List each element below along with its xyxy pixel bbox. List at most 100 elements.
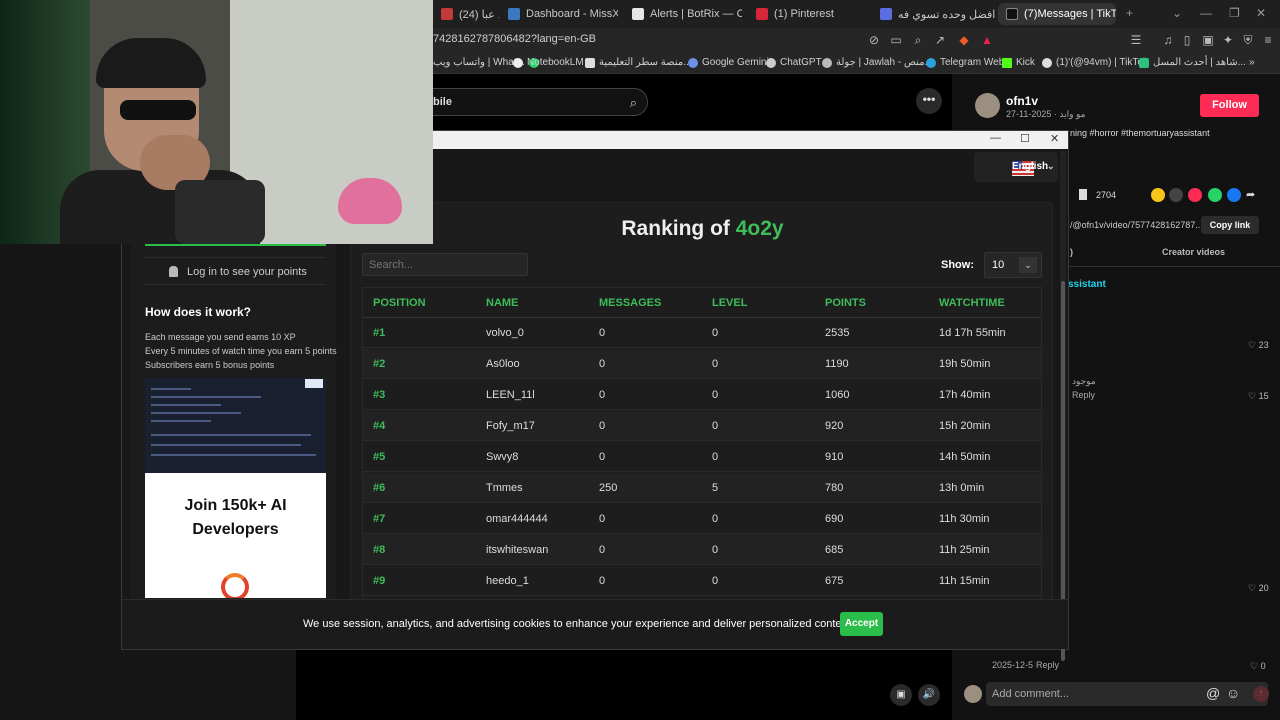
messages-cell: 0 (599, 544, 606, 556)
music-icon[interactable]: ♫ (1160, 32, 1176, 48)
reply-link[interactable]: Reply (1072, 390, 1095, 400)
reading-list-icon[interactable]: ☰ (1128, 32, 1144, 48)
minimize-icon[interactable]: — (990, 132, 1001, 144)
send-icon[interactable] (1188, 188, 1202, 202)
facebook-share-icon[interactable] (1227, 188, 1241, 202)
picture-in-picture-icon[interactable]: ▣ (890, 684, 912, 706)
follow-button[interactable]: Follow (1200, 94, 1259, 117)
browser-tab[interactable]: عبدالمجيد عبا (24) (433, 3, 499, 25)
url-field[interactable]: 7428162787806482?lang=en-GB (433, 33, 596, 45)
share-icon[interactable]: ↗ (932, 32, 948, 48)
user-icon (169, 266, 178, 277)
bookmark-item[interactable]: NotebookLM (513, 57, 584, 68)
advertisement[interactable]: Join 150k+ AI Developers (145, 378, 326, 598)
column-header[interactable]: POINTS (825, 297, 866, 309)
copy-link-button[interactable]: Copy link (1201, 216, 1259, 234)
level-cell: 0 (712, 358, 719, 370)
coin-icon[interactable] (1151, 188, 1165, 202)
reply-link[interactable]: Reply (1036, 660, 1059, 670)
level-cell: 0 (712, 389, 719, 401)
avatar (964, 685, 982, 703)
bookmark-icon[interactable] (1079, 189, 1087, 200)
browser-tab[interactable]: Alerts | BotRix — Cloud St (624, 3, 742, 25)
tiktok-search-bar[interactable]: bile ⌕ (420, 88, 648, 116)
comment-like[interactable]: ♡ 0 (1250, 661, 1266, 672)
browser-tab-active[interactable]: (7)Messages | TikTok✕ (998, 3, 1116, 25)
emoji-icon[interactable]: ☺ (1226, 685, 1240, 701)
bookmark-item[interactable]: شاهد | أحدث المسل... (1139, 57, 1246, 68)
accept-button[interactable]: Accept (840, 612, 883, 636)
column-header[interactable]: NAME (486, 297, 518, 309)
comment-text: موجود (1072, 376, 1096, 386)
wallet-icon[interactable]: ▣ (1200, 32, 1216, 48)
search-input[interactable] (362, 253, 528, 276)
brave-shield-icon[interactable]: ◆ (956, 32, 972, 48)
messages-cell: 0 (599, 327, 606, 339)
more-options-icon[interactable]: ••• (916, 88, 942, 114)
mention-icon[interactable]: @ (1206, 685, 1220, 701)
ad-choices-icon[interactable] (305, 379, 323, 388)
bookmark-item[interactable]: Kick (1002, 57, 1035, 68)
rows-per-page-select[interactable]: 10 ⌄ (984, 252, 1042, 278)
browser-tab[interactable]: ساره افضل وحده تسوي فه (872, 3, 996, 25)
comment-like[interactable]: ♡ 23 (1248, 340, 1269, 351)
messages-cell: 0 (599, 575, 606, 587)
position-cell: #5 (373, 451, 386, 463)
points-cell: 920 (825, 420, 844, 432)
bookmark-item[interactable]: منصة سطر التعليمية... (585, 57, 692, 68)
menu-icon[interactable]: ≡ (1260, 32, 1276, 48)
send-comment-icon[interactable]: ↑ (1253, 686, 1269, 702)
bookmark-item[interactable]: (1)'(@94vm) | TikTok (1042, 57, 1148, 68)
vpn-icon[interactable]: ⛨ (1240, 32, 1256, 48)
plush-toy (338, 178, 402, 224)
position-cell: #9 (373, 575, 386, 587)
video-link: /@ofn1v/video/7577428162787... (1070, 220, 1203, 230)
tab-comments[interactable]: ) (1070, 247, 1073, 257)
tab-list-chevron-icon[interactable]: ⌄ (1172, 6, 1182, 20)
no-tracking-icon[interactable]: ⊘ (866, 32, 882, 48)
rewards-icon[interactable]: ▲ (979, 32, 995, 48)
share-arrow-icon[interactable]: ➦ (1246, 188, 1260, 202)
close-window-icon[interactable]: ✕ (1050, 132, 1059, 145)
embed-icon[interactable] (1169, 188, 1183, 202)
position-cell: #2 (373, 358, 386, 370)
zoom-icon[interactable]: ⌕ (910, 32, 926, 48)
page-icon (585, 57, 595, 68)
whatsapp-share-icon[interactable] (1208, 188, 1222, 202)
tiktok-favicon-icon (1006, 8, 1018, 20)
bookmark-item[interactable]: Telegram Web (926, 57, 1004, 68)
language-selector[interactable]: English ⌄ (974, 152, 1058, 182)
name-cell: itswhiteswan (486, 544, 549, 556)
comment-input[interactable]: Add comment... @ ☺ (986, 682, 1268, 706)
browser-tab[interactable]: (1) Pinterest (748, 3, 866, 25)
points-cell: 1190 (825, 358, 849, 370)
sidebar-icon[interactable]: ▯ (1179, 32, 1195, 48)
bookmark-item[interactable]: جولة | Jawlah - منص... (822, 57, 933, 68)
column-header[interactable]: LEVEL (712, 297, 747, 309)
minimize-icon[interactable]: — (1200, 6, 1212, 20)
restore-icon[interactable]: ❐ (1229, 6, 1240, 20)
scrollbar[interactable] (1060, 151, 1066, 661)
bookmarks-overflow-icon[interactable]: » (1249, 57, 1255, 68)
cast-icon[interactable]: ▭ (888, 32, 904, 48)
search-icon[interactable]: ⌕ (630, 95, 637, 111)
avatar[interactable] (975, 93, 1000, 118)
tiktok-username[interactable]: ofn1v (1006, 94, 1038, 108)
column-header[interactable]: WATCHTIME (939, 297, 1005, 309)
column-header[interactable]: MESSAGES (599, 297, 661, 309)
volume-icon[interactable]: 🔊 (918, 684, 940, 706)
column-header[interactable]: POSITION (373, 297, 426, 309)
bookmark-item[interactable]: Google Gemini (688, 57, 769, 68)
login-button[interactable]: Log in to see your points (145, 257, 326, 285)
comment-like[interactable]: ♡ 15 (1248, 391, 1269, 402)
browser-tab[interactable]: Dashboard - MissXss AI E (500, 3, 618, 25)
maximize-icon[interactable]: ☐ (1020, 132, 1030, 145)
new-tab-button[interactable]: + (1126, 6, 1133, 20)
bookmark-item[interactable]: ChatGPT (766, 57, 822, 68)
close-window-icon[interactable]: ✕ (1256, 6, 1266, 20)
comment-like[interactable]: ♡ 20 (1248, 583, 1269, 594)
name-cell: As0loo (486, 358, 520, 370)
tab-creator-videos[interactable]: Creator videos (1162, 247, 1225, 257)
leo-ai-icon[interactable]: ✦ (1220, 32, 1236, 48)
comment-mention[interactable]: ssistant (1068, 279, 1106, 290)
